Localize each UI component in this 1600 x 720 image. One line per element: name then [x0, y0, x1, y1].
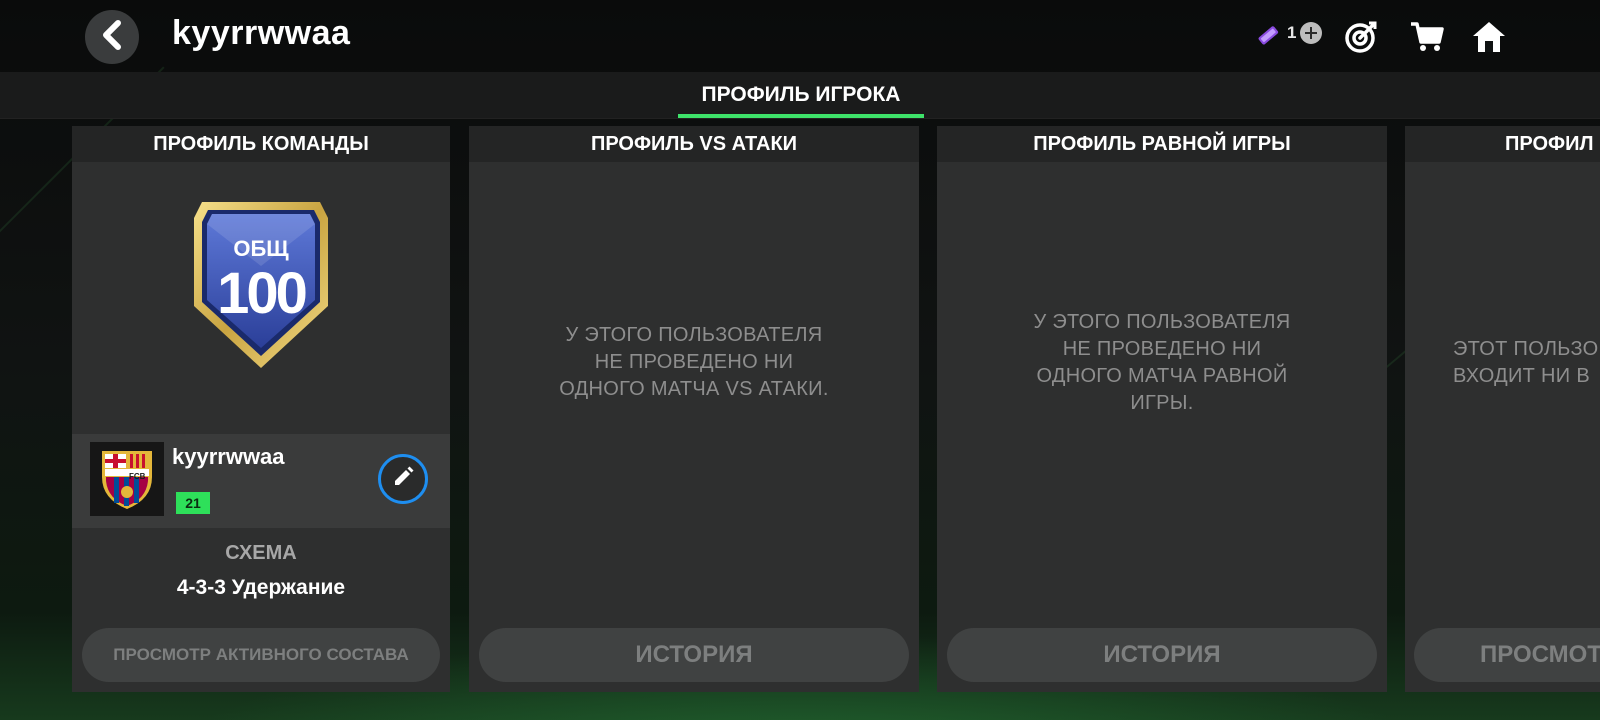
- empty-message-line: ВХОДИТ НИ В: [1453, 365, 1590, 387]
- tab-active-indicator: [678, 114, 924, 118]
- team-name: kyyrrwwaa: [172, 444, 285, 469]
- gem-icon: [1255, 22, 1281, 48]
- empty-message-line: ЭТОТ ПОЛЬЗО: [1453, 338, 1599, 360]
- target-icon[interactable]: [1342, 18, 1380, 56]
- ovr-value: 100: [217, 261, 308, 326]
- scheme-value: 4-3-3 Удержание: [176, 576, 346, 599]
- empty-message-line: ИГРЫ.: [1130, 392, 1194, 414]
- panel-header: ПРОФИЛЬ КОМАНДЫ: [72, 126, 450, 162]
- empty-message: У ЭТОГО ПОЛЬЗОВАТЕЛЯ НЕ ПРОВЕДЕНО НИ ОДН…: [937, 309, 1387, 417]
- tab-bar: ПРОФИЛЬ ИГРОКА: [0, 72, 1600, 119]
- empty-message-line: ОДНОГО МАТЧА VS АТАКИ.: [559, 378, 829, 400]
- page-title: kyyrrwwaa: [172, 14, 351, 52]
- back-button[interactable]: [85, 10, 139, 64]
- empty-message-line: НЕ ПРОВЕДЕНО НИ: [1062, 338, 1262, 360]
- empty-message: ЭТОТ ПОЛЬЗО ВХОДИТ НИ В: [1405, 336, 1600, 390]
- history-button[interactable]: ИСТОРИЯ: [479, 628, 909, 682]
- empty-message-line: У ЭТОГО ПОЛЬЗОВАТЕЛЯ: [1033, 311, 1291, 333]
- scheme-label: СХЕМА: [225, 542, 297, 564]
- vs-attack-profile-panel: ПРОФИЛЬ VS АТАКИ У ЭТОГО ПОЛЬЗОВАТЕЛЯ НЕ…: [469, 126, 919, 692]
- edit-team-button[interactable]: [378, 454, 428, 504]
- cart-icon[interactable]: [1408, 18, 1446, 56]
- tab-player-profile[interactable]: ПРОФИЛЬ ИГРОКА: [678, 72, 924, 118]
- empty-message-line: ОДНОГО МАТЧА РАВНОЙ: [1036, 365, 1288, 387]
- top-bar: kyyrrwwaa 1: [0, 0, 1600, 72]
- level-badge: 21: [176, 492, 210, 514]
- empty-message-line: У ЭТОГО ПОЛЬЗОВАТЕЛЯ: [565, 324, 823, 346]
- ovr-badge: ОБЩ 100: [188, 196, 334, 372]
- panel-header: ПРОФИЛЬ VS АТАКИ: [469, 126, 919, 162]
- club-crest-icon: [102, 451, 152, 509]
- team-profile-panel: ПРОФИЛЬ КОМАНДЫ ОБЩ 100 FCB kyyrrwwaa 21…: [72, 126, 450, 692]
- team-row: FCB kyyrrwwaa 21: [72, 434, 450, 528]
- partial-profile-panel: ПРОФИЛ ЭТОТ ПОЛЬЗО ВХОДИТ НИ В ПРОСМОТ: [1405, 126, 1600, 692]
- empty-message-line: НЕ ПРОВЕДЕНО НИ: [594, 351, 794, 373]
- history-button[interactable]: ИСТОРИЯ: [947, 628, 1377, 682]
- panel-header: ПРОФИЛ: [1405, 126, 1600, 162]
- club-logo: FCB: [90, 442, 164, 516]
- panel-header: ПРОФИЛЬ РАВНОЙ ИГРЫ: [937, 126, 1387, 162]
- h2h-profile-panel: ПРОФИЛЬ РАВНОЙ ИГРЫ У ЭТОГО ПОЛЬЗОВАТЕЛЯ…: [937, 126, 1387, 692]
- plus-icon[interactable]: [1300, 22, 1323, 44]
- home-icon[interactable]: [1470, 18, 1508, 56]
- club-logo-text: FCB: [129, 472, 146, 481]
- ovr-label: ОБЩ: [233, 236, 289, 261]
- empty-message: У ЭТОГО ПОЛЬЗОВАТЕЛЯ НЕ ПРОВЕДЕНО НИ ОДН…: [469, 322, 919, 403]
- back-arrow-icon: [99, 19, 125, 55]
- view-active-squad-button[interactable]: ПРОСМОТР АКТИВНОГО СОСТАВА: [82, 628, 440, 682]
- view-squad-button[interactable]: ПРОСМОТ: [1414, 628, 1600, 682]
- currency-counter[interactable]: 1: [1287, 22, 1323, 44]
- pencil-icon: [391, 465, 415, 494]
- currency-count: 1: [1287, 23, 1297, 42]
